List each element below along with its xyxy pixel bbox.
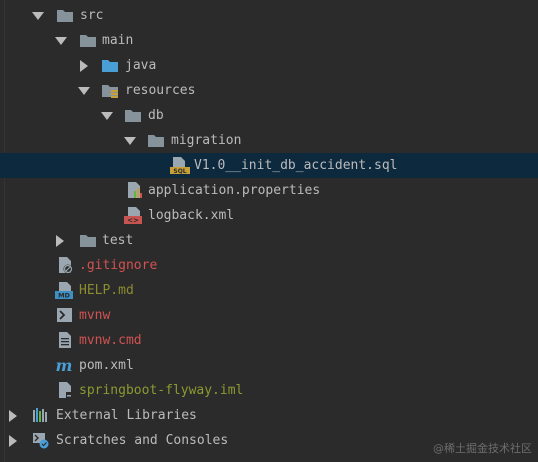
tree-node-java[interactable]: java xyxy=(0,53,538,78)
collapse-arrow-icon[interactable] xyxy=(9,435,17,447)
tree-node-resources[interactable]: resources xyxy=(0,78,538,103)
tree-node-label: pom.xml xyxy=(79,358,134,373)
tree-node-label: mvnw xyxy=(79,308,111,323)
tree-node-pom-xml[interactable]: m pom.xml xyxy=(0,353,538,378)
tree-node-label: HELP.md xyxy=(79,283,134,298)
folder-icon xyxy=(79,232,97,248)
tree-node-label: main xyxy=(102,33,134,48)
resources-folder-icon xyxy=(101,82,119,98)
tree-node-iml[interactable]: springboot-flyway.iml xyxy=(0,378,538,403)
maven-icon: m xyxy=(54,357,73,374)
tree-node-label: application.properties xyxy=(148,183,321,198)
tree-node-src[interactable]: src xyxy=(0,3,538,28)
tree-node-help-md[interactable]: MD HELP.md xyxy=(0,278,538,303)
sql-file-icon: SQL xyxy=(170,157,190,174)
tree-node-db[interactable]: db xyxy=(0,103,538,128)
expand-arrow-icon[interactable] xyxy=(55,37,67,45)
source-folder-icon xyxy=(101,57,119,73)
tree-node-label: springboot-flyway.iml xyxy=(79,383,244,398)
tree-node-label: resources xyxy=(125,83,196,98)
folder-icon xyxy=(56,7,74,23)
tree-node-mvnw[interactable]: mvnw xyxy=(0,303,538,328)
tree-node-label: migration xyxy=(171,133,242,148)
markdown-file-icon: MD xyxy=(55,282,73,300)
expand-arrow-icon[interactable] xyxy=(32,12,44,20)
scratches-icon xyxy=(32,432,50,449)
tree-node-label: V1.0__init_db_accident.sql xyxy=(194,158,398,173)
collapse-arrow-icon[interactable] xyxy=(9,410,17,422)
tree-node-label: mvnw.cmd xyxy=(79,333,142,348)
tree-node-logback-xml[interactable]: <> logback.xml xyxy=(0,203,538,228)
svg-text:MD: MD xyxy=(58,292,70,300)
tree-node-label: db xyxy=(148,108,164,123)
watermark: @稀土掘金技术社区 xyxy=(433,442,532,455)
libraries-icon xyxy=(32,407,50,423)
svg-text:m: m xyxy=(56,357,73,374)
tree-node-application-properties[interactable]: application.properties xyxy=(0,178,538,203)
tree-node-external-libraries[interactable]: External Libraries xyxy=(0,403,538,428)
tree-node-label: External Libraries xyxy=(56,408,197,423)
tree-node-label: .gitignore xyxy=(79,258,158,273)
tree-node-label: java xyxy=(125,58,157,73)
tree-node-mvnw-cmd[interactable]: mvnw.cmd xyxy=(0,328,538,353)
collapse-arrow-icon[interactable] xyxy=(56,235,64,247)
text-file-icon xyxy=(57,332,75,348)
folder-icon xyxy=(79,32,97,48)
expand-arrow-icon[interactable] xyxy=(124,137,136,145)
folder-icon xyxy=(124,107,142,123)
svg-text:SQL: SQL xyxy=(173,168,186,174)
module-file-icon xyxy=(57,382,75,398)
tree-node-main[interactable]: main xyxy=(0,28,538,53)
tree-node-migration[interactable]: migration xyxy=(0,128,538,153)
properties-file-icon xyxy=(126,182,144,198)
tree-node-sql-file[interactable]: SQL V1.0__init_db_accident.sql xyxy=(0,153,538,178)
tree-node-test[interactable]: test xyxy=(0,228,538,253)
folder-icon xyxy=(147,132,165,148)
tree-node-label: test xyxy=(102,233,134,248)
expand-arrow-icon[interactable] xyxy=(78,87,90,95)
tree-node-gitignore[interactable]: .gitignore xyxy=(0,253,538,278)
shell-script-icon xyxy=(56,307,74,323)
gitignore-file-icon xyxy=(57,257,75,274)
expand-arrow-icon[interactable] xyxy=(101,112,113,120)
tree-node-label: Scratches and Consoles xyxy=(56,433,229,448)
collapse-arrow-icon[interactable] xyxy=(80,60,88,72)
svg-text:<>: <> xyxy=(127,217,139,225)
tree-node-label: logback.xml xyxy=(148,208,235,223)
xml-file-icon: <> xyxy=(124,207,142,225)
tree-node-label: src xyxy=(80,8,104,23)
